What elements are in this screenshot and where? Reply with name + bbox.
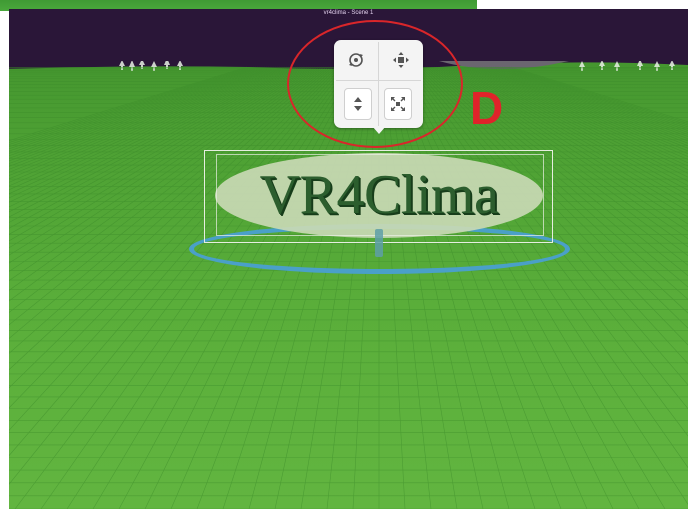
scale-button[interactable] <box>384 88 412 120</box>
move-icon <box>393 52 409 68</box>
rotate-button[interactable] <box>340 46 372 74</box>
object-pivot-handle[interactable] <box>375 229 383 257</box>
rotate-icon <box>349 53 363 67</box>
popover-pointer <box>372 126 386 134</box>
selection-bounding-box-inner <box>216 154 544 236</box>
scale-icon <box>391 97 405 111</box>
window-title: vr4clima - Scene 1 <box>323 10 374 16</box>
annotation-label: D <box>470 82 504 134</box>
move-vertical-button[interactable] <box>344 88 372 120</box>
popover-divider <box>336 80 421 81</box>
popover-divider <box>378 42 379 126</box>
up-down-arrows-icon <box>354 97 362 111</box>
move-button[interactable] <box>385 46 417 74</box>
